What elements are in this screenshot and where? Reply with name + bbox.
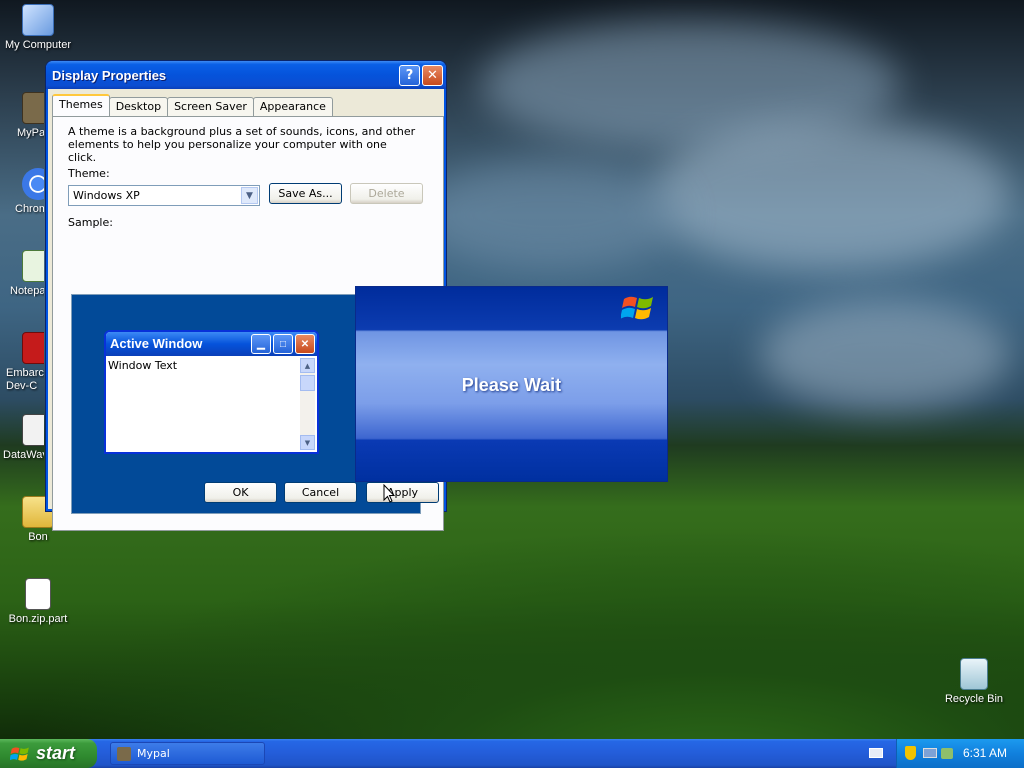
- mypal-icon: [117, 747, 131, 761]
- sample-window-titlebar: Active Window ▁ □ ✕: [106, 332, 317, 356]
- sample-scrollbar: ▲ ▼: [300, 358, 315, 450]
- please-wait-dialog: Please Wait: [355, 286, 668, 482]
- tab-screen-saver[interactable]: Screen Saver: [167, 97, 254, 116]
- desktop-icon-label: My Computer: [4, 39, 72, 51]
- theme-dropdown-value: Windows XP: [73, 189, 140, 202]
- mypal-icon: [22, 92, 44, 124]
- windows-logo-icon: [10, 746, 29, 761]
- desktop-icon-bon-zip-part[interactable]: Bon.zip.part: [0, 578, 76, 625]
- please-wait-message: Please Wait: [461, 375, 562, 395]
- desktop-icon-mypal[interactable]: MyPal: [0, 92, 44, 139]
- desktop-icon-my-computer[interactable]: My Computer: [0, 4, 76, 51]
- clock[interactable]: 6:31 AM: [963, 746, 1007, 760]
- sample-window-text: Window Text: [108, 359, 178, 372]
- theme-dropdown[interactable]: Windows XP ▼: [68, 185, 260, 206]
- recycle-bin-icon: [960, 658, 988, 690]
- network-icon[interactable]: [923, 748, 937, 758]
- keyboard-icon[interactable]: [869, 748, 883, 758]
- desktop-icon-recycle-bin[interactable]: Recycle Bin: [936, 658, 1012, 705]
- ok-button[interactable]: OK: [204, 482, 277, 503]
- desktop-icon-label: Bon: [28, 531, 48, 543]
- volume-icon[interactable]: [941, 748, 953, 759]
- window-title: Display Properties: [52, 67, 167, 83]
- desktop-icon-notepad[interactable]: Notepad: [0, 250, 44, 297]
- start-button[interactable]: start: [0, 739, 97, 768]
- file-icon: [25, 578, 51, 610]
- chevron-down-icon[interactable]: ▼: [241, 187, 258, 204]
- scroll-down-icon: ▼: [300, 435, 315, 450]
- delete-button[interactable]: Delete: [350, 183, 423, 204]
- datawave-icon: [22, 414, 44, 446]
- desktop-icon-label: DataWave: [3, 449, 44, 461]
- tab-strip: Themes Desktop Screen Saver Appearance: [52, 94, 333, 116]
- help-button[interactable]: ?: [399, 65, 420, 86]
- title-bar[interactable]: Display Properties: [46, 61, 446, 89]
- devcpp-icon: [22, 332, 44, 364]
- close-icon: ✕: [295, 334, 315, 354]
- sample-label: Sample:: [68, 216, 113, 229]
- security-shield-icon[interactable]: [905, 746, 916, 760]
- tab-appearance[interactable]: Appearance: [252, 97, 333, 116]
- system-tray: 6:31 AM: [896, 739, 1024, 768]
- theme-label: Theme:: [68, 167, 110, 180]
- close-button[interactable]: ✕: [422, 65, 443, 86]
- cancel-button[interactable]: Cancel: [284, 482, 357, 503]
- desktop-icon-embarcadero[interactable]: Embarcadero Dev-C: [0, 332, 44, 393]
- save-as-button[interactable]: Save As...: [269, 183, 342, 204]
- desktop-icon-label: Notepad: [10, 285, 44, 297]
- windows-logo-icon: [621, 296, 653, 320]
- computer-icon: [22, 4, 54, 36]
- sample-active-window: Active Window ▁ □ ✕ Window Text ▲ ▼: [104, 330, 319, 454]
- taskbar-item-label: Mypal: [137, 747, 170, 760]
- taskbar: start Mypal 6:31 AM: [0, 739, 1024, 768]
- tab-themes[interactable]: Themes: [52, 94, 110, 116]
- tab-desktop[interactable]: Desktop: [108, 97, 169, 116]
- desktop-icon-label: Chrome: [15, 203, 44, 215]
- theme-description: A theme is a background plus a set of so…: [68, 125, 416, 164]
- sample-window-title: Active Window: [110, 336, 203, 351]
- taskbar-item-mypal[interactable]: Mypal: [110, 742, 265, 765]
- desktop-icon-label: MyPal: [17, 127, 44, 139]
- maximize-icon: □: [273, 334, 293, 354]
- desktop-icon-chrome[interactable]: Chrome: [0, 168, 44, 215]
- notepad-icon: [22, 250, 44, 282]
- mouse-cursor-icon: [383, 484, 395, 503]
- start-label: start: [36, 743, 76, 763]
- chrome-icon: [22, 168, 44, 200]
- apply-button[interactable]: Apply: [366, 482, 439, 503]
- close-icon: ✕: [427, 68, 438, 83]
- desktop-icon-label: Bon.zip.part: [8, 613, 68, 625]
- desktop-icon-datawave[interactable]: DataWave: [0, 414, 44, 461]
- desktop-icon-label: Recycle Bin: [944, 693, 1004, 705]
- desktop-icon-label: Embarcadero Dev-C: [6, 367, 44, 392]
- scroll-up-icon: ▲: [300, 358, 315, 373]
- scroll-thumb: [300, 375, 315, 391]
- minimize-icon: ▁: [251, 334, 271, 354]
